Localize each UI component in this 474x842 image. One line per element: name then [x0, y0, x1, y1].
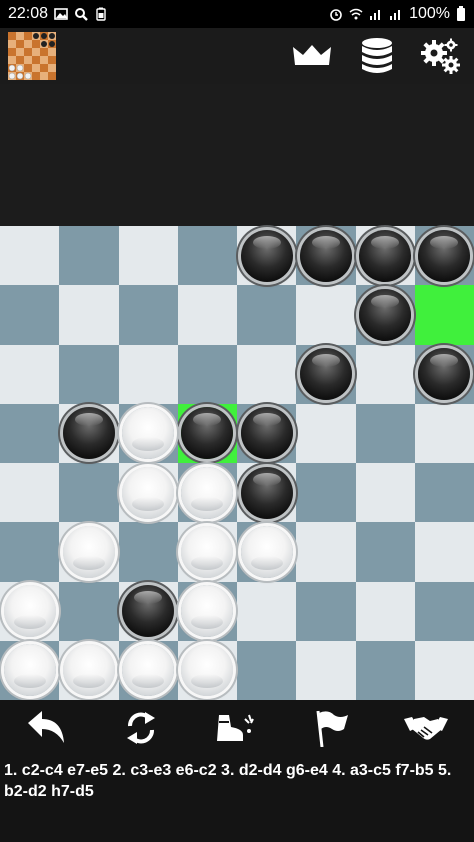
- black-checker-piece[interactable]: [122, 585, 175, 638]
- board-square[interactable]: [177, 344, 237, 404]
- board-square[interactable]: [237, 344, 297, 404]
- board-square[interactable]: [296, 285, 356, 345]
- board-square[interactable]: [59, 285, 119, 345]
- action-bar: [0, 700, 474, 758]
- database-button[interactable]: [357, 36, 397, 76]
- board-square[interactable]: [118, 226, 178, 286]
- info-area: [0, 84, 474, 226]
- white-checker-piece[interactable]: [3, 585, 56, 638]
- status-bar-right: 100%: [329, 5, 466, 23]
- board-square[interactable]: [237, 581, 297, 641]
- status-bar-left: 22:08: [8, 5, 108, 23]
- settings-button[interactable]: [420, 36, 460, 76]
- crown-button[interactable]: [292, 36, 332, 76]
- board-square[interactable]: [237, 285, 297, 345]
- board-square[interactable]: [0, 463, 60, 523]
- board-square[interactable]: [237, 640, 297, 700]
- board-square[interactable]: [177, 285, 237, 345]
- black-checker-piece[interactable]: [240, 407, 293, 460]
- white-checker-piece[interactable]: [62, 525, 115, 578]
- resign-button[interactable]: [310, 708, 354, 748]
- black-checker-piece[interactable]: [240, 229, 293, 282]
- board-thumbnail-icon[interactable]: [8, 32, 56, 80]
- board-square[interactable]: [59, 463, 119, 523]
- hint-button[interactable]: [214, 708, 258, 748]
- white-checker-piece[interactable]: [181, 466, 234, 519]
- white-checker-piece[interactable]: [3, 644, 56, 697]
- board-square[interactable]: [0, 403, 60, 463]
- board-square[interactable]: [414, 463, 474, 523]
- black-checker-piece[interactable]: [62, 407, 115, 460]
- board-square[interactable]: [355, 344, 415, 404]
- status-time: 22:08: [8, 5, 49, 22]
- board-square[interactable]: [414, 581, 474, 641]
- handshake-icon: [404, 717, 448, 740]
- search-icon: [75, 8, 88, 21]
- battery-percentage: 100%: [409, 5, 450, 22]
- gears-icon: [421, 38, 460, 74]
- undo-arrow-icon: [28, 711, 64, 743]
- black-checker-piece[interactable]: [418, 229, 471, 282]
- black-checker-piece[interactable]: [299, 348, 352, 401]
- white-checker-piece[interactable]: [240, 525, 293, 578]
- status-bar: 22:08 100%: [0, 0, 474, 28]
- black-checker-piece[interactable]: [359, 229, 412, 282]
- boot-kick-icon: [217, 714, 254, 741]
- board-square[interactable]: [296, 463, 356, 523]
- database-icon: [362, 38, 392, 73]
- board-square[interactable]: [296, 581, 356, 641]
- board-square[interactable]: [414, 403, 474, 463]
- draw-button[interactable]: [404, 708, 448, 748]
- board-square[interactable]: [118, 285, 178, 345]
- battery-saver-icon: [96, 7, 106, 21]
- board-square[interactable]: [355, 463, 415, 523]
- board-square[interactable]: [118, 344, 178, 404]
- move-history: 1. c2-c4 e7-e5 2. c3-e3 e6-c2 3. d2-d4 g…: [0, 758, 474, 842]
- board-square[interactable]: [296, 522, 356, 582]
- rotate-arrows-icon: [127, 712, 155, 744]
- crown-icon: [293, 45, 331, 65]
- board-square[interactable]: [59, 226, 119, 286]
- white-checker-piece[interactable]: [122, 466, 175, 519]
- board-square[interactable]: [355, 403, 415, 463]
- black-checker-piece[interactable]: [359, 288, 412, 341]
- black-checker-piece[interactable]: [240, 466, 293, 519]
- signal-icon: [370, 10, 381, 20]
- board-square[interactable]: [296, 640, 356, 700]
- toolbar: [0, 28, 474, 84]
- white-checker-piece[interactable]: [181, 525, 234, 578]
- black-checker-piece[interactable]: [299, 229, 352, 282]
- board-square[interactable]: [414, 640, 474, 700]
- board-square[interactable]: [355, 581, 415, 641]
- white-checker-piece[interactable]: [62, 644, 115, 697]
- flag-icon: [316, 710, 348, 747]
- board-square[interactable]: [118, 522, 178, 582]
- board-square[interactable]: [0, 344, 60, 404]
- board-square[interactable]: [296, 403, 356, 463]
- board-square[interactable]: [177, 226, 237, 286]
- board-square[interactable]: [59, 344, 119, 404]
- image-icon: [54, 8, 68, 20]
- battery-icon: [457, 6, 465, 21]
- board-square[interactable]: [355, 640, 415, 700]
- board-square[interactable]: [414, 285, 474, 345]
- board-square[interactable]: [0, 285, 60, 345]
- wifi-icon: [349, 8, 363, 20]
- board-square[interactable]: [414, 522, 474, 582]
- undo-button[interactable]: [24, 708, 68, 748]
- board-square[interactable]: [59, 581, 119, 641]
- checkers-board[interactable]: [0, 226, 474, 700]
- flip-board-button[interactable]: [119, 708, 163, 748]
- alarm-icon: [330, 9, 342, 21]
- board-square[interactable]: [0, 226, 60, 286]
- board-square[interactable]: [0, 522, 60, 582]
- signal-icon: [390, 10, 401, 20]
- board-square[interactable]: [355, 522, 415, 582]
